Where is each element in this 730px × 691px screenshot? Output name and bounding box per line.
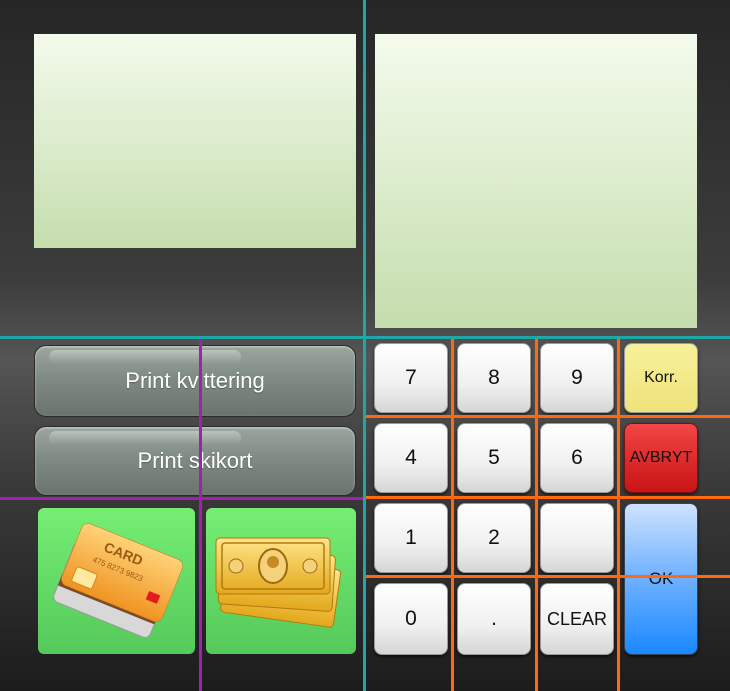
key-2[interactable]: 2 bbox=[457, 503, 531, 573]
teal-divider-vertical bbox=[363, 0, 366, 691]
key-2-label: 2 bbox=[488, 526, 500, 549]
left-display bbox=[34, 34, 356, 248]
key-7[interactable]: 7 bbox=[374, 343, 448, 413]
print-skicard-button[interactable]: Print skikort bbox=[34, 426, 356, 496]
ok-label: OK bbox=[648, 569, 674, 588]
cash-payment-button[interactable] bbox=[206, 508, 356, 654]
clear-button[interactable]: CLEAR bbox=[540, 583, 614, 655]
cash-notes-icon bbox=[215, 537, 342, 628]
key-9[interactable]: 9 bbox=[540, 343, 614, 413]
orange-divider-vertical-3 bbox=[617, 339, 620, 691]
purple-divider-horizontal bbox=[0, 497, 363, 500]
print-receipt-button[interactable]: Print kvittering bbox=[34, 345, 356, 417]
card-payment-button[interactable]: CARD 475 8273 9823 bbox=[38, 508, 195, 654]
orange-divider-horizontal-1 bbox=[366, 415, 730, 418]
button-shine bbox=[49, 431, 241, 445]
key-5-label: 5 bbox=[488, 446, 500, 469]
key-8-label: 8 bbox=[488, 366, 500, 389]
key-0-label: 0 bbox=[405, 607, 417, 630]
print-skicard-label: Print skikort bbox=[137, 448, 253, 473]
clear-label: CLEAR bbox=[546, 608, 608, 629]
key-1-label: 1 bbox=[405, 526, 417, 549]
print-receipt-label: Print kvittering bbox=[125, 368, 265, 393]
right-display bbox=[375, 34, 697, 328]
key-7-label: 7 bbox=[405, 366, 417, 389]
key-0[interactable]: 0 bbox=[374, 583, 448, 655]
orange-divider-vertical-2 bbox=[535, 339, 538, 691]
key-9-label: 9 bbox=[571, 366, 583, 389]
teal-divider-horizontal bbox=[0, 336, 730, 339]
button-shine bbox=[49, 350, 241, 364]
korr-button[interactable]: Korr. bbox=[624, 343, 698, 413]
key-dot-label: . bbox=[491, 607, 497, 630]
key-1[interactable]: 1 bbox=[374, 503, 448, 573]
purple-divider-vertical bbox=[199, 339, 202, 691]
orange-divider-horizontal-2 bbox=[366, 496, 730, 499]
key-6[interactable]: 6 bbox=[540, 423, 614, 493]
key-8[interactable]: 8 bbox=[457, 343, 531, 413]
key-6-label: 6 bbox=[571, 446, 583, 469]
ok-button[interactable]: OK bbox=[624, 503, 698, 655]
credit-card-icon: CARD 475 8273 9823 bbox=[53, 523, 183, 638]
key-4-label: 4 bbox=[405, 446, 417, 469]
korr-label: Korr. bbox=[644, 369, 678, 386]
orange-divider-vertical-1 bbox=[451, 339, 454, 691]
avbryt-button[interactable]: AVBRYT bbox=[624, 423, 698, 493]
key-dot[interactable]: . bbox=[457, 583, 531, 655]
blank-key[interactable] bbox=[540, 503, 614, 573]
avbryt-label: AVBRYT bbox=[629, 449, 693, 466]
orange-divider-horizontal-3 bbox=[366, 575, 730, 578]
key-4[interactable]: 4 bbox=[374, 423, 448, 493]
key-5[interactable]: 5 bbox=[457, 423, 531, 493]
